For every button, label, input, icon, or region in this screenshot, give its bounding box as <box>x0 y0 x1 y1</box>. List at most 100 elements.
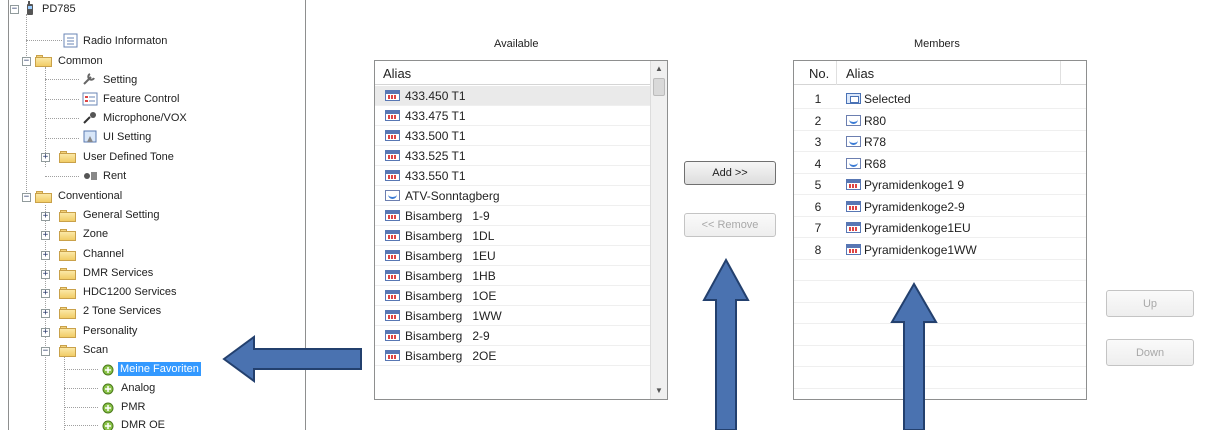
tree-item-general-setting[interactable]: General Setting <box>81 208 161 222</box>
tree-item-2-tone-services[interactable]: 2 Tone Services <box>81 304 163 318</box>
available-row[interactable]: 433.525 T1 <box>375 146 667 166</box>
tree-item-meine-favoriten[interactable]: Meine Favoriten <box>118 362 201 376</box>
add-button[interactable]: Add >> <box>684 161 776 185</box>
down-button[interactable]: Down <box>1106 339 1194 366</box>
folder-icon <box>59 287 76 299</box>
empty-row <box>794 390 1086 399</box>
available-row[interactable]: Bisamberg 1DL <box>375 226 667 246</box>
remove-button[interactable]: << Remove <box>684 213 776 237</box>
available-row[interactable]: 433.550 T1 <box>375 166 667 186</box>
available-row[interactable]: Bisamberg 1OE <box>375 286 667 306</box>
collapse-toggle[interactable]: − <box>22 57 31 66</box>
scroll-up-icon[interactable]: ▲ <box>651 61 667 77</box>
available-list[interactable]: Alias 433.450 T1 433.475 T1 433.500 T1 433.… <box>374 60 668 400</box>
collapse-toggle[interactable]: − <box>22 193 31 202</box>
expand-toggle[interactable]: + <box>41 289 50 298</box>
available-row[interactable]: Bisamberg 2OE <box>375 346 667 366</box>
tree-item-conventional[interactable]: Conventional <box>56 189 124 203</box>
digital-channel-icon <box>846 222 861 233</box>
no-column-label: No. <box>809 66 830 81</box>
members-list[interactable]: No. Alias 1 Selected 2 R80 3 R78 4 R68 5 Pyramide… <box>793 60 1087 400</box>
expand-toggle[interactable]: + <box>41 270 50 279</box>
member-alias: Pyramidenkoge1WW <box>864 242 977 257</box>
available-alias: 433.500 T1 <box>405 129 466 143</box>
tree-item-scan[interactable]: Scan <box>81 343 110 357</box>
wrench-icon <box>81 72 99 86</box>
available-row[interactable]: 433.500 T1 <box>375 126 667 146</box>
member-number: 4 <box>814 156 822 171</box>
tree-item-radio-information[interactable]: Radio Informaton <box>81 34 169 48</box>
member-row[interactable]: 5 Pyramidenkoge1 9 <box>794 175 1086 195</box>
digital-channel-icon <box>385 150 400 161</box>
scroll-down-icon[interactable]: ▼ <box>651 383 667 399</box>
available-row[interactable]: Bisamberg 1EU <box>375 246 667 266</box>
available-alias: Bisamberg 1EU <box>405 249 496 263</box>
member-row[interactable]: 7 Pyramidenkoge1EU <box>794 218 1086 238</box>
available-row[interactable]: 433.450 T1 <box>375 86 667 106</box>
folder-icon <box>59 210 76 222</box>
available-alias: 433.525 T1 <box>405 149 466 163</box>
digital-channel-icon <box>846 200 861 212</box>
empty-row <box>794 369 1086 389</box>
tree-item-microphone-vox[interactable]: Microphone/VOX <box>101 111 189 125</box>
available-row[interactable]: Bisamberg 1WW <box>375 306 667 326</box>
tree-root-label[interactable]: PD785 <box>40 2 78 16</box>
member-number: 8 <box>814 242 822 257</box>
tree-item-channel[interactable]: Channel <box>81 247 126 261</box>
expand-toggle[interactable]: + <box>41 309 50 318</box>
tree-item-personality[interactable]: Personality <box>81 324 139 338</box>
member-alias: R68 <box>864 156 887 171</box>
available-row[interactable]: Bisamberg 1HB <box>375 266 667 286</box>
digital-channel-icon <box>385 270 400 281</box>
tree-item-dmr-services[interactable]: DMR Services <box>81 266 155 280</box>
expand-toggle[interactable]: + <box>41 328 50 337</box>
expand-toggle[interactable]: + <box>41 251 50 260</box>
member-row[interactable]: 8 Pyramidenkoge1WW <box>794 240 1086 260</box>
info-document-icon <box>62 33 80 48</box>
available-row[interactable]: Bisamberg 1-9 <box>375 206 667 226</box>
folder-icon <box>59 307 76 319</box>
available-column-header[interactable]: Alias <box>375 61 667 85</box>
group-icon <box>846 93 861 104</box>
collapse-toggle[interactable]: − <box>41 347 50 356</box>
tree-item-zone[interactable]: Zone <box>81 227 110 241</box>
tree-item-common[interactable]: Common <box>56 54 105 68</box>
tree-item-rent[interactable]: Rent <box>101 169 128 183</box>
members-column-header[interactable]: No. Alias <box>794 61 1086 85</box>
digital-channel-icon <box>385 310 400 321</box>
expand-toggle[interactable]: + <box>41 153 50 162</box>
member-alias: R80 <box>864 113 887 128</box>
empty-row <box>794 304 1086 324</box>
available-row[interactable]: ATV-Sonntagberg <box>375 186 667 206</box>
tree-item-analog[interactable]: Analog <box>119 381 157 395</box>
member-row[interactable]: 6 Pyramidenkoge2-9 <box>794 197 1086 217</box>
available-row[interactable]: 433.475 T1 <box>375 106 667 126</box>
member-number: 5 <box>814 178 822 192</box>
member-row[interactable]: 1 Selected <box>794 89 1086 109</box>
member-row[interactable]: 2 R80 <box>794 111 1086 131</box>
available-row[interactable]: Bisamberg 2-9 <box>375 326 667 346</box>
tree-item-setting[interactable]: Setting <box>101 73 139 87</box>
tree-item-feature-control[interactable]: Feature Control <box>101 92 181 106</box>
available-alias: ATV-Sonntagberg <box>405 189 500 203</box>
ui-setting-icon <box>81 130 99 144</box>
tree-item-pmr[interactable]: PMR <box>119 400 147 414</box>
member-number: 3 <box>814 135 822 149</box>
member-number: 6 <box>814 199 822 214</box>
tree-item-dmr-oe[interactable]: DMR OE <box>119 418 167 430</box>
expand-toggle[interactable]: + <box>41 231 50 240</box>
scroll-thumb[interactable] <box>653 78 665 96</box>
expand-toggle[interactable]: + <box>41 212 50 221</box>
tree-item-ui-setting[interactable]: UI Setting <box>101 130 153 144</box>
scan-list-icon <box>99 363 117 377</box>
folder-icon <box>59 229 76 241</box>
tree-item-hdc1200-services[interactable]: HDC1200 Services <box>81 285 179 299</box>
collapse-toggle[interactable]: − <box>10 5 19 14</box>
member-row[interactable]: 3 R78 <box>794 132 1086 152</box>
digital-channel-icon <box>385 290 400 301</box>
tree-item-user-defined-tone[interactable]: User Defined Tone <box>81 150 176 164</box>
scan-list-icon <box>99 382 117 396</box>
available-scrollbar[interactable]: ▲ ▼ <box>650 61 667 399</box>
up-button[interactable]: Up <box>1106 290 1194 317</box>
member-row[interactable]: 4 R68 <box>794 154 1086 174</box>
